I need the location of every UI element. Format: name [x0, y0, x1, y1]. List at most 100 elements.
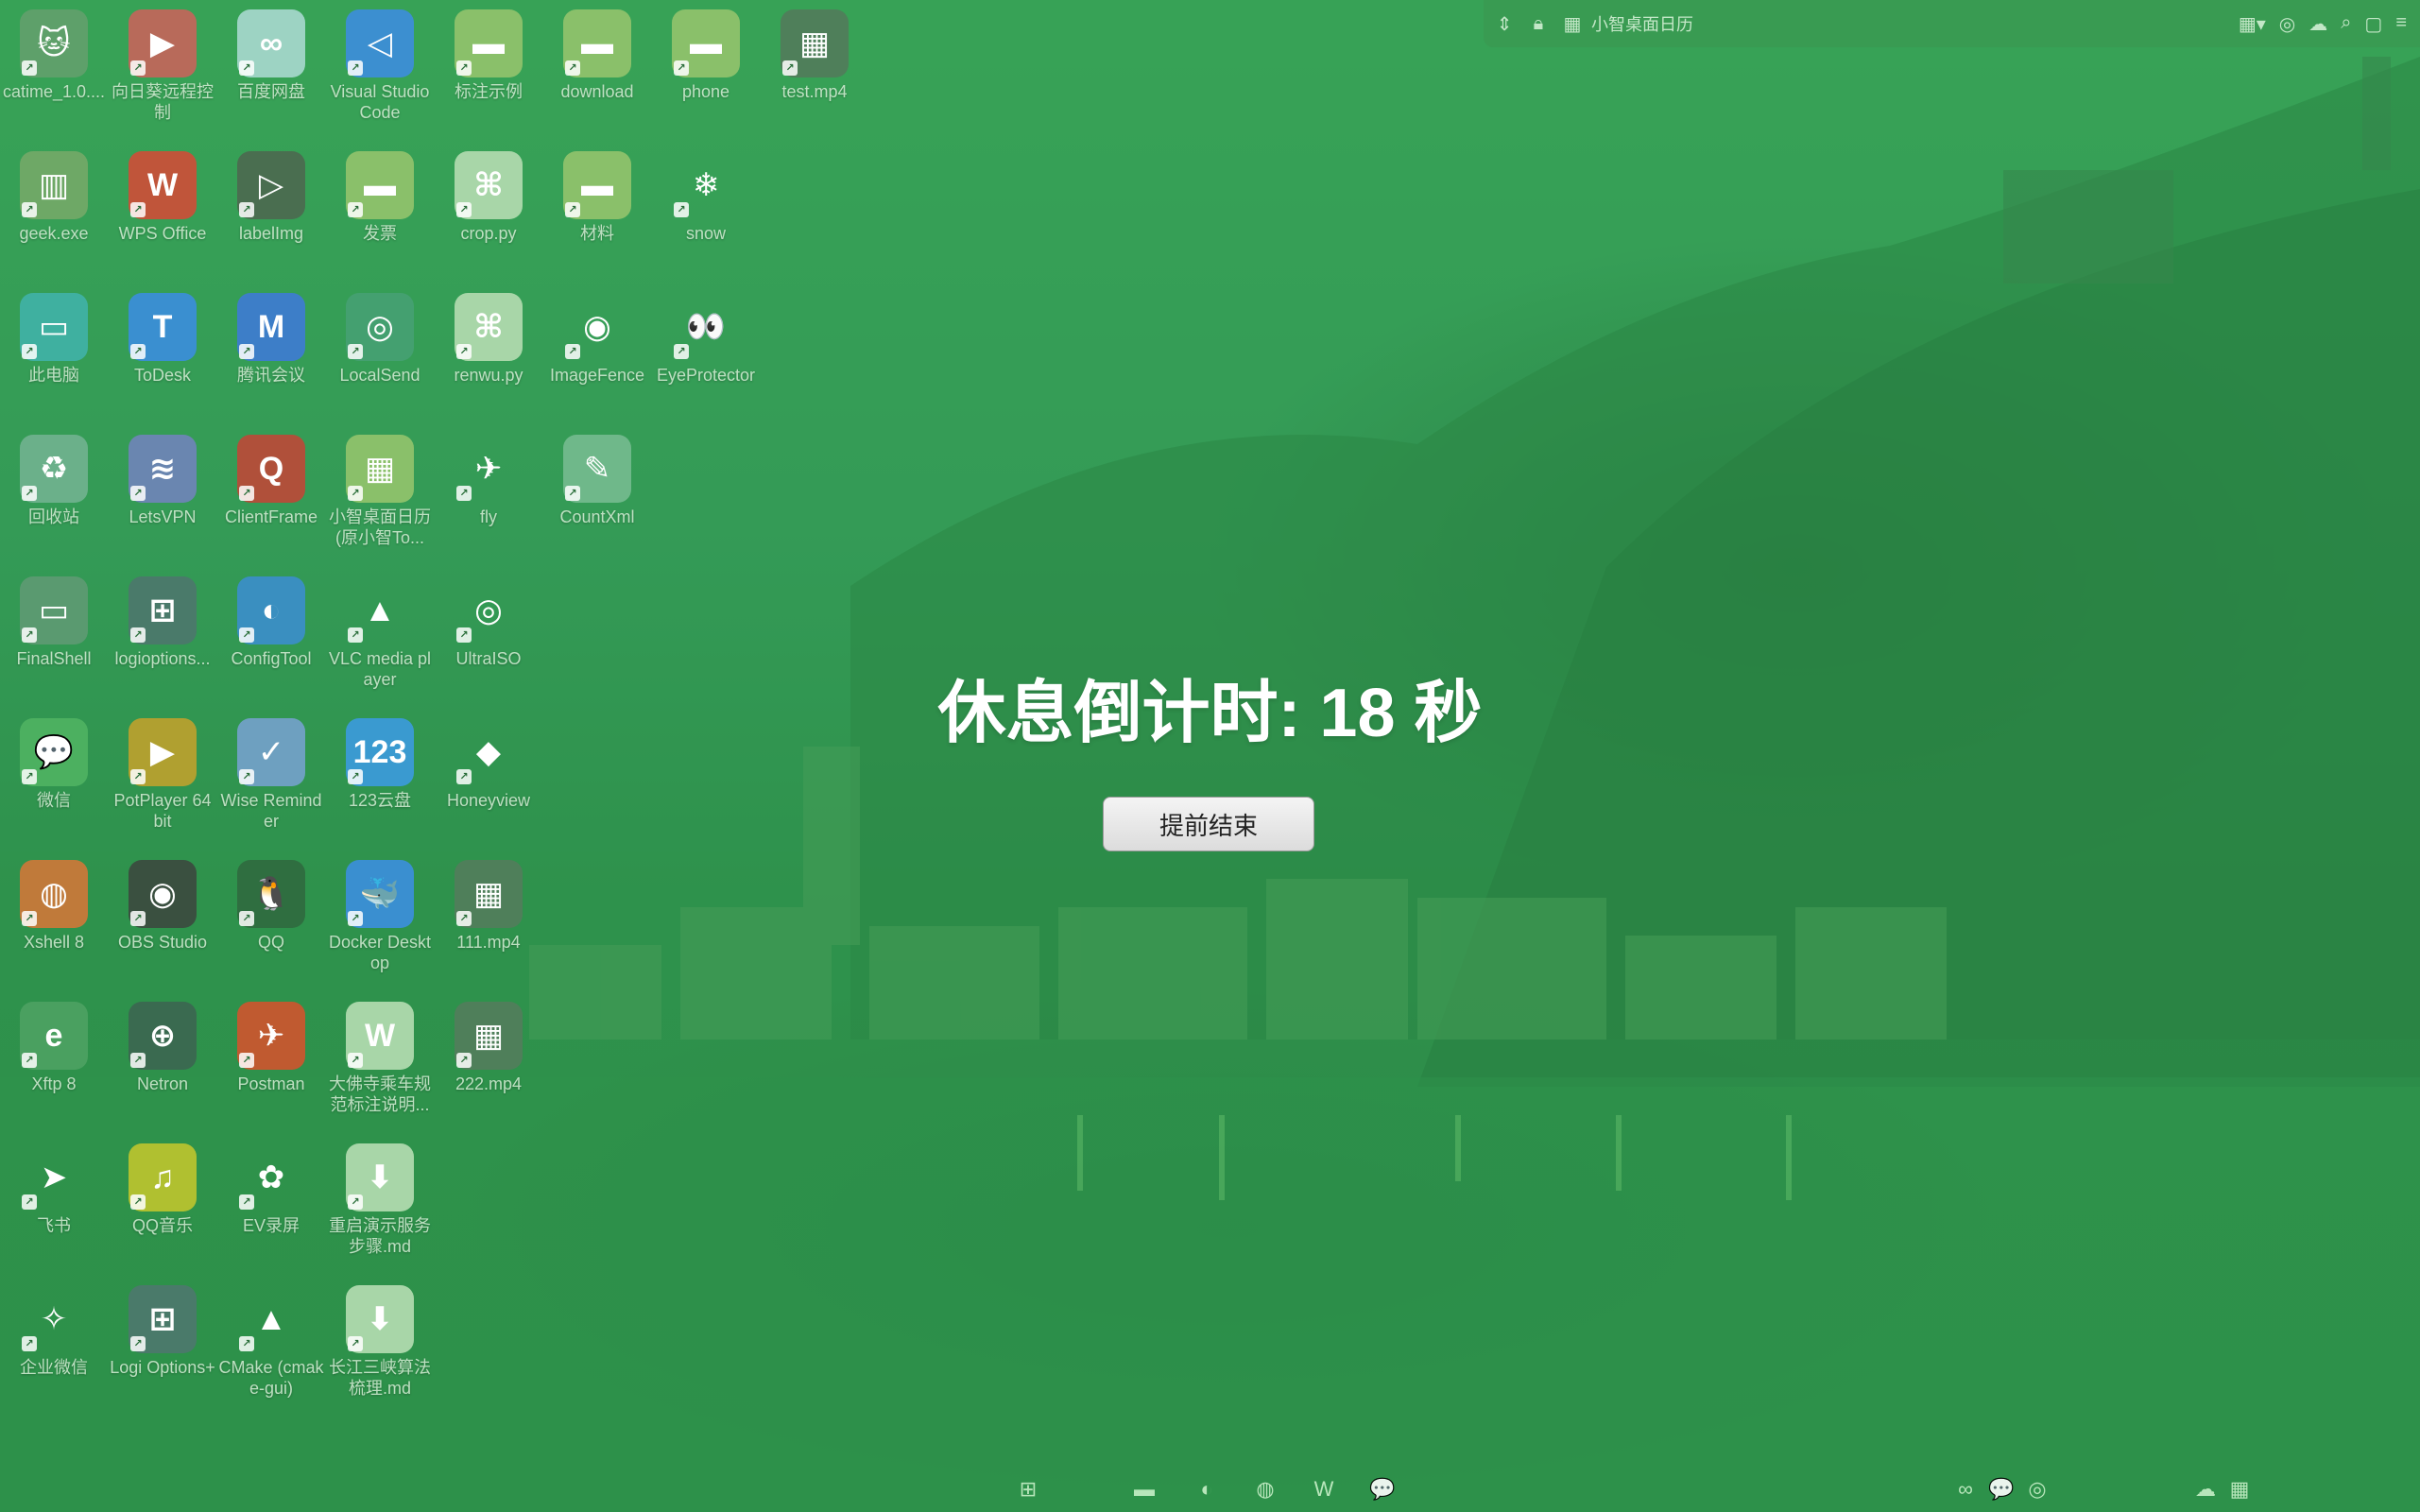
vscode-icon: ◁ ↗	[346, 9, 414, 77]
calendar-toolbar-actions: ▦▾ ◎ ☁ ⌕ ▢ ≡	[2239, 12, 2407, 36]
desktop-shortcut[interactable]: ⬇ ↗ 重启演示服务步骤.md	[326, 1143, 434, 1257]
desktop-shortcut-label: 材料	[580, 224, 614, 243]
wechat-tray-icon[interactable]: 💬	[1988, 1476, 2015, 1503]
desktop-shortcut[interactable]: ⌘ ↗ renwu.py	[435, 293, 542, 386]
desktop-shortcut[interactable]: ▬ ↗ 标注示例	[435, 9, 542, 102]
desktop-shortcut[interactable]: ▷ ↗ labelImg	[217, 151, 325, 244]
this-pc-icon: ▭ ↗	[20, 293, 88, 361]
eye-tray-icon[interactable]: ∞	[1952, 1476, 1979, 1503]
shortcut-arrow-icon: ↗	[565, 202, 580, 217]
break-countdown-text: 休息倒计时: 18 秒	[937, 676, 1483, 751]
desktop-shortcut[interactable]: ◉ ↗ OBS Studio	[109, 860, 216, 953]
cloud-icon[interactable]: ☁	[2308, 12, 2327, 36]
desktop-shortcut[interactable]: ▬ ↗ phone	[652, 9, 760, 102]
desktop-shortcut[interactable]: ∞ ↗ 百度网盘	[217, 9, 325, 102]
desktop-shortcut-label: test.mp4	[781, 82, 848, 101]
desktop-shortcut[interactable]: ▶ ↗ 向日葵远程控制	[109, 9, 216, 123]
desktop-shortcut[interactable]: T ↗ ToDesk	[109, 293, 216, 386]
desktop-shortcut[interactable]: ➤ ↗ 飞书	[0, 1143, 108, 1236]
desktop-shortcut[interactable]: ▦ ↗ test.mp4	[761, 9, 868, 102]
shortcut-arrow-icon: ↗	[239, 911, 254, 926]
desktop-shortcut[interactable]: ▬ ↗ 发票	[326, 151, 434, 244]
desktop-shortcut[interactable]: ◐ ↗ ConfigTool	[217, 576, 325, 669]
calendar-toolbar: ⇕ 🔒︎ ▦ 小智桌面日历 ▦▾ ◎ ☁ ⌕ ▢ ≡	[1484, 0, 2420, 47]
desktop-shortcut[interactable]: ▦ ↗ 111.mp4	[435, 860, 542, 953]
desktop-shortcut-label: Docker Desktop	[328, 933, 432, 972]
cmake-icon: ▲ ↗	[237, 1285, 305, 1353]
calendar-dropdown-icon[interactable]: ▦▾	[2239, 12, 2266, 36]
wechat-taskbar-icon[interactable]: 💬	[1369, 1476, 1396, 1503]
desktop-shortcut[interactable]: ▭ ↗ FinalShell	[0, 576, 108, 669]
desktop-shortcut[interactable]: ⬇ ↗ 长江三峡算法梳理.md	[326, 1285, 434, 1399]
sync-icon[interactable]: ◎	[2279, 12, 2295, 36]
shortcut-arrow-icon: ↗	[130, 60, 146, 76]
desktop-shortcut[interactable]: 🐳 ↗ Docker Desktop	[326, 860, 434, 973]
desktop-shortcut[interactable]: ≋ ↗ LetsVPN	[109, 435, 216, 527]
wps-taskbar-icon[interactable]: W	[1311, 1476, 1337, 1503]
desktop-shortcut[interactable]: ▥ ↗ geek.exe	[0, 151, 108, 244]
menu-icon[interactable]: ≡	[2395, 12, 2407, 36]
desktop-shortcut-label: phone	[681, 82, 730, 101]
shortcut-arrow-icon: ↗	[348, 769, 363, 784]
desktop-shortcut[interactable]: ▬ ↗ 材料	[543, 151, 651, 244]
desktop-shortcut[interactable]: ◎ ↗ LocalSend	[326, 293, 434, 386]
calendar-icon: ▦	[1563, 13, 1582, 35]
desktop-shortcut[interactable]: ⊕ ↗ Netron	[109, 1002, 216, 1094]
desktop-shortcut[interactable]: ✧ ↗ 企业微信	[0, 1285, 108, 1378]
desktop-shortcut[interactable]: ⊞ ↗ logioptions...	[109, 576, 216, 669]
folder-icon: ▬ ↗	[672, 9, 740, 77]
file-explorer-icon[interactable]: ▬	[1131, 1476, 1158, 1503]
desktop-shortcut[interactable]: ▭ ↗ 此电脑	[0, 293, 108, 386]
desktop-shortcut[interactable]: ◁ ↗ Visual Studio Code	[326, 9, 434, 123]
desktop-shortcut[interactable]: ◎ ↗ UltraISO	[435, 576, 542, 669]
lock-icon[interactable]: 🔒︎	[1525, 13, 1552, 35]
skin-icon[interactable]: ▢	[2364, 12, 2382, 36]
desktop-shortcut[interactable]: ♻ ↗ 回收站	[0, 435, 108, 527]
end-break-button[interactable]: 提前结束	[1103, 797, 1314, 851]
desktop-shortcut[interactable]: ▦ ↗ 小智桌面日历(原小智To...	[326, 435, 434, 548]
desktop-shortcut[interactable]: ❄ ↗ snow	[652, 151, 760, 244]
desktop-shortcut[interactable]: ♫ ↗ QQ音乐	[109, 1143, 216, 1236]
network-tray-icon[interactable]: ☁	[2192, 1476, 2219, 1503]
desktop-shortcut-label: CMake (cmake-gui)	[218, 1358, 324, 1398]
desktop-shortcut[interactable]: ◍ ↗ Xshell 8	[0, 860, 108, 953]
desktop-shortcut[interactable]: ✎ ↗ CountXml	[543, 435, 651, 527]
desktop-shortcut[interactable]: ✿ ↗ EV录屏	[217, 1143, 325, 1236]
shortcut-arrow-icon: ↗	[348, 911, 363, 926]
desktop-shortcut[interactable]: 👀 ↗ EyeProtector	[652, 293, 760, 386]
start-icon[interactable]: ⊞	[1015, 1476, 1041, 1503]
xshell-taskbar-icon[interactable]: ◍	[1252, 1476, 1279, 1503]
desktop-shortcut[interactable]: Q ↗ ClientFrame	[217, 435, 325, 527]
calendar-app-title: 小智桌面日历	[1591, 15, 1693, 34]
chevron-updown-icon[interactable]: ⇕	[1491, 12, 1518, 36]
localsend-icon: ◎ ↗	[346, 293, 414, 361]
search-icon[interactable]: ⌕	[2341, 12, 2351, 36]
desktop-shortcut-label: 小智桌面日历(原小智To...	[329, 507, 431, 547]
shortcut-arrow-icon: ↗	[456, 344, 472, 359]
desktop-shortcut-label: 222.mp4	[455, 1074, 523, 1093]
shortcut-arrow-icon: ↗	[348, 344, 363, 359]
desktop-shortcut-label: 111.mp4	[456, 933, 521, 952]
desktop-shortcut-label: 向日葵远程控制	[112, 82, 214, 122]
shortcut-arrow-icon: ↗	[674, 344, 689, 359]
desktop-shortcut[interactable]: ⊞ ↗ Logi Options+	[109, 1285, 216, 1378]
qq-icon: 🐧 ↗	[237, 860, 305, 928]
desktop-shortcut[interactable]: ▦ ↗ 222.mp4	[435, 1002, 542, 1094]
desktop-shortcut[interactable]: ▬ ↗ download	[543, 9, 651, 102]
desktop-shortcut[interactable]: ◉ ↗ ImageFence	[543, 293, 651, 386]
desktop-shortcut[interactable]: ✈ ↗ fly	[435, 435, 542, 527]
edge-icon[interactable]: ◐	[1193, 1476, 1220, 1503]
desktop-shortcut[interactable]: ⌘ ↗ crop.py	[435, 151, 542, 244]
desktop-shortcut[interactable]: e ↗ Xftp 8	[0, 1002, 108, 1094]
desktop-shortcut-label: ToDesk	[133, 366, 192, 385]
desktop-shortcut[interactable]: W ↗ 大佛寺乘车规范标注说明...	[326, 1002, 434, 1115]
app2-tray-icon[interactable]: ▦	[2226, 1476, 2253, 1503]
desktop-shortcut[interactable]: ✈ ↗ Postman	[217, 1002, 325, 1094]
desktop-shortcut[interactable]: 🐧 ↗ QQ	[217, 860, 325, 953]
app-tray-icon[interactable]: ◎	[2024, 1476, 2051, 1503]
desktop-shortcut[interactable]: ▲ ↗ CMake (cmake-gui)	[217, 1285, 325, 1399]
desktop-shortcut[interactable]: W ↗ WPS Office	[109, 151, 216, 244]
desktop-shortcut[interactable]: M ↗ 腾讯会议	[217, 293, 325, 386]
calendar-app-icon: ▦ ↗	[346, 435, 414, 503]
desktop-shortcut[interactable]: 🐱 ↗ catime_1.0....	[0, 9, 108, 102]
